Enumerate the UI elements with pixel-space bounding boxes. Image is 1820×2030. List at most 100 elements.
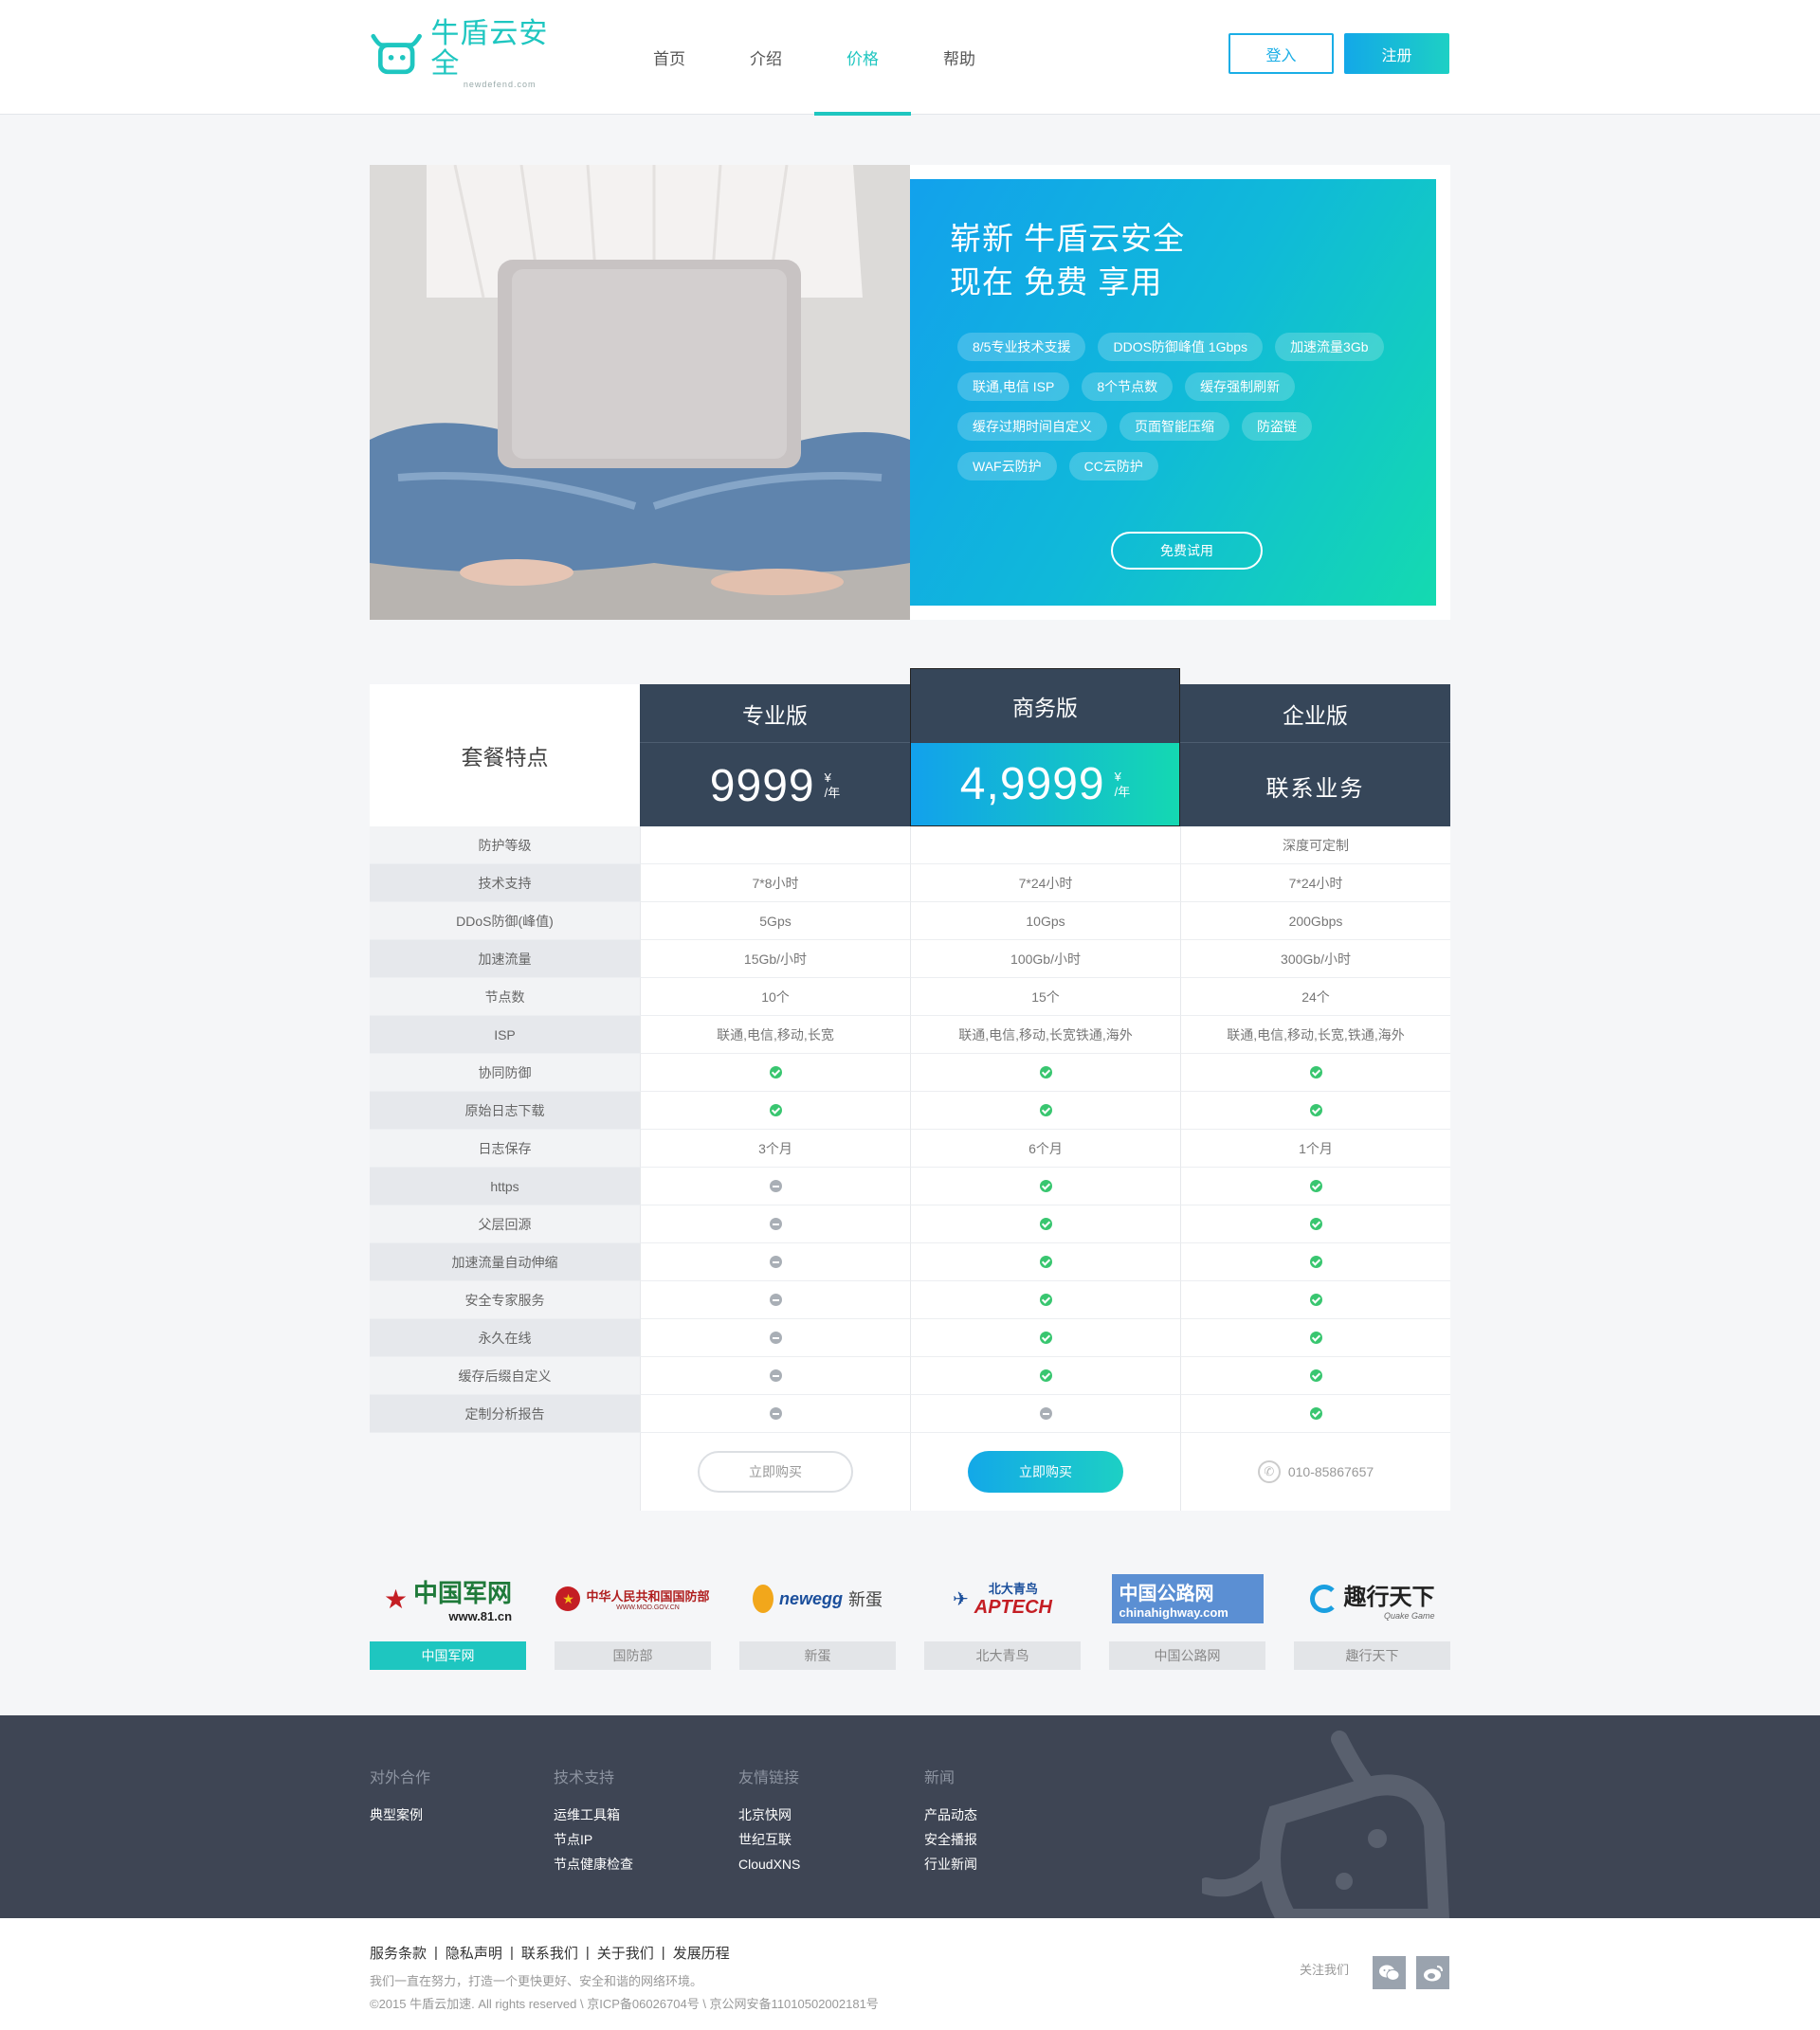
contact-link[interactable]: 联系我们: [521, 1943, 578, 1963]
partner-logo-sub: Quake Game: [1383, 1610, 1435, 1621]
partner-label[interactable]: 中国公路网: [1109, 1641, 1265, 1670]
table-cell: [640, 1395, 910, 1433]
check-icon: [1039, 1180, 1052, 1192]
feature-name: 日志保存: [370, 1130, 640, 1168]
login-button[interactable]: 登入: [1228, 33, 1334, 74]
footer-link[interactable]: 安全播报: [924, 1827, 977, 1852]
history-link[interactable]: 发展历程: [673, 1943, 730, 1963]
partner-item[interactable]: ★ 中国军网 www.81.cn 中国军网: [370, 1566, 526, 1670]
sales-phone[interactable]: ✆ 010-85867657: [1257, 1460, 1374, 1483]
hero-title: 崭新 牛盾云安全 现在 免费 享用: [950, 217, 1185, 304]
footer-link[interactable]: 世纪互联: [738, 1827, 800, 1852]
footer-link[interactable]: 运维工具箱: [554, 1803, 633, 1827]
partner-label[interactable]: 中国军网: [370, 1641, 526, 1670]
pricing-header: 套餐特点 专业版 9999 ¥ /年 商务版 4,9999 ¥ /年 企业版 联…: [370, 668, 1450, 826]
price-unit: ¥ /年: [825, 770, 841, 801]
feature-tag: DDOS防御峰值 1Gbps: [1098, 333, 1264, 361]
free-trial-button[interactable]: 免费试用: [1111, 532, 1263, 570]
feature-name: ISP: [370, 1016, 640, 1054]
hero-banner: 崭新 牛盾云安全 现在 免费 享用 8/5专业技术支援 DDOS防御峰值 1Gb…: [370, 165, 1450, 620]
privacy-link[interactable]: 隐私声明: [446, 1943, 502, 1963]
table-cell: 3个月: [640, 1130, 910, 1168]
weibo-icon[interactable]: [1416, 1956, 1449, 1989]
footer-link[interactable]: 产品动态: [924, 1803, 977, 1827]
register-button[interactable]: 注册: [1344, 33, 1449, 74]
footer-bottom: 服务条款 | 隐私声明 | 联系我们 | 关于我们 | 发展历程 我们一直在努力…: [0, 1918, 1820, 2030]
table-cell: 15Gb/小时: [640, 940, 910, 978]
main-nav: 首页 介绍 价格 帮助: [621, 0, 1008, 116]
road-icon: 中国公路网 chinahighway.com: [1111, 1574, 1264, 1623]
partner-logo-sub: chinahighway.com: [1119, 1605, 1228, 1620]
table-cell: 联通,电信,移动,长宽: [640, 1016, 910, 1054]
footer-link[interactable]: CloudXNS: [738, 1852, 800, 1876]
check-icon: [1039, 1369, 1052, 1382]
check-icon: [1309, 1066, 1322, 1078]
brand-domain: newdefend.com: [463, 80, 537, 89]
buy-professional-button[interactable]: 立即购买: [698, 1451, 853, 1493]
actions-cell: 立即购买: [640, 1433, 910, 1511]
table-row: 安全专家服务: [370, 1281, 1450, 1319]
feature-name: 缓存后缀自定义: [370, 1357, 640, 1395]
partner-item[interactable]: ★ 中华人民共和国国防部 WWW.MOD.GOV.CN 国防部: [555, 1566, 711, 1670]
feature-column-header: 套餐特点: [370, 684, 640, 826]
footer-column-friend-links: 友情链接 北京快网 世纪互联 CloudXNS: [738, 1765, 800, 1876]
unavailable-icon: [769, 1407, 782, 1420]
partner-logo-sub: 新蛋: [848, 1590, 883, 1609]
footer-link[interactable]: 北京快网: [738, 1803, 800, 1827]
plan-business: 商务版 4,9999 ¥ /年: [910, 668, 1180, 826]
feature-tag: WAF云防护: [957, 452, 1057, 480]
footer-link[interactable]: 节点健康检查: [554, 1852, 633, 1876]
table-cell: 24个: [1180, 978, 1450, 1016]
table-cell: [640, 1092, 910, 1130]
table-cell: [910, 1395, 1180, 1433]
nav-home[interactable]: 首页: [621, 0, 718, 115]
brand-logo[interactable]: 牛盾云安全 newdefend.com: [370, 19, 569, 89]
divider: |: [585, 1945, 590, 1961]
check-icon: [1039, 1104, 1052, 1116]
table-cell: [640, 1357, 910, 1395]
nav-intro[interactable]: 介绍: [718, 0, 814, 115]
partner-label[interactable]: 趣行天下: [1294, 1641, 1450, 1670]
partner-logo-text: newegg: [778, 1588, 843, 1608]
footer-link[interactable]: 行业新闻: [924, 1852, 977, 1876]
feature-tag: 加速流量3Gb: [1275, 333, 1384, 361]
plan-name: 商务版: [911, 669, 1179, 744]
hero-title-line1: 崭新 牛盾云安全: [950, 221, 1186, 256]
feature-name: 节点数: [370, 978, 640, 1016]
plan-professional: 专业版 9999 ¥ /年: [640, 684, 910, 826]
partner-label[interactable]: 新蛋: [739, 1641, 896, 1670]
table-cell: [1180, 1168, 1450, 1205]
table-cell: [640, 1054, 910, 1092]
feature-tag: CC云防护: [1068, 452, 1158, 480]
feature-tag: 8/5专业技术支援: [957, 333, 1086, 361]
check-icon: [1039, 1256, 1052, 1268]
footer-link[interactable]: 典型案例: [370, 1803, 430, 1827]
plan-price: 4,9999 ¥ /年: [911, 743, 1179, 825]
plan-price: 9999 ¥ /年: [640, 745, 910, 826]
wechat-icon[interactable]: [1373, 1956, 1406, 1989]
partner-item[interactable]: 中国公路网 chinahighway.com 中国公路网: [1109, 1566, 1265, 1670]
partner-label[interactable]: 国防部: [555, 1641, 711, 1670]
partner-item[interactable]: newegg 新蛋 新蛋: [739, 1566, 896, 1670]
feature-tag: 页面智能压缩: [1119, 412, 1229, 441]
table-cell: 5Gps: [640, 902, 910, 940]
nav-help[interactable]: 帮助: [911, 0, 1008, 115]
terms-link[interactable]: 服务条款: [370, 1943, 427, 1963]
partner-label[interactable]: 北大青鸟: [924, 1641, 1081, 1670]
wechat-glyph: [1378, 1965, 1399, 1981]
table-row: 加速流量自动伸缩: [370, 1243, 1450, 1281]
feature-name: https: [370, 1168, 640, 1205]
table-cell: 15个: [910, 978, 1180, 1016]
table-row: https: [370, 1168, 1450, 1205]
pricing-table: 套餐特点 专业版 9999 ¥ /年 商务版 4,9999 ¥ /年 企业版 联…: [370, 668, 1450, 1511]
table-cell: [1180, 1357, 1450, 1395]
buy-business-button[interactable]: 立即购买: [968, 1451, 1123, 1493]
about-link[interactable]: 关于我们: [597, 1943, 654, 1963]
partner-item[interactable]: 趣行天下 Quake Game 趣行天下: [1294, 1566, 1450, 1670]
nav-pricing[interactable]: 价格: [814, 0, 911, 116]
partner-item[interactable]: ✈ 北大青鸟 APTECH 北大青鸟: [924, 1566, 1081, 1670]
check-icon: [1309, 1256, 1322, 1268]
footer-column-title: 对外合作: [370, 1770, 431, 1786]
footer-link[interactable]: 节点IP: [554, 1827, 633, 1852]
table-cell: [1180, 1395, 1450, 1433]
